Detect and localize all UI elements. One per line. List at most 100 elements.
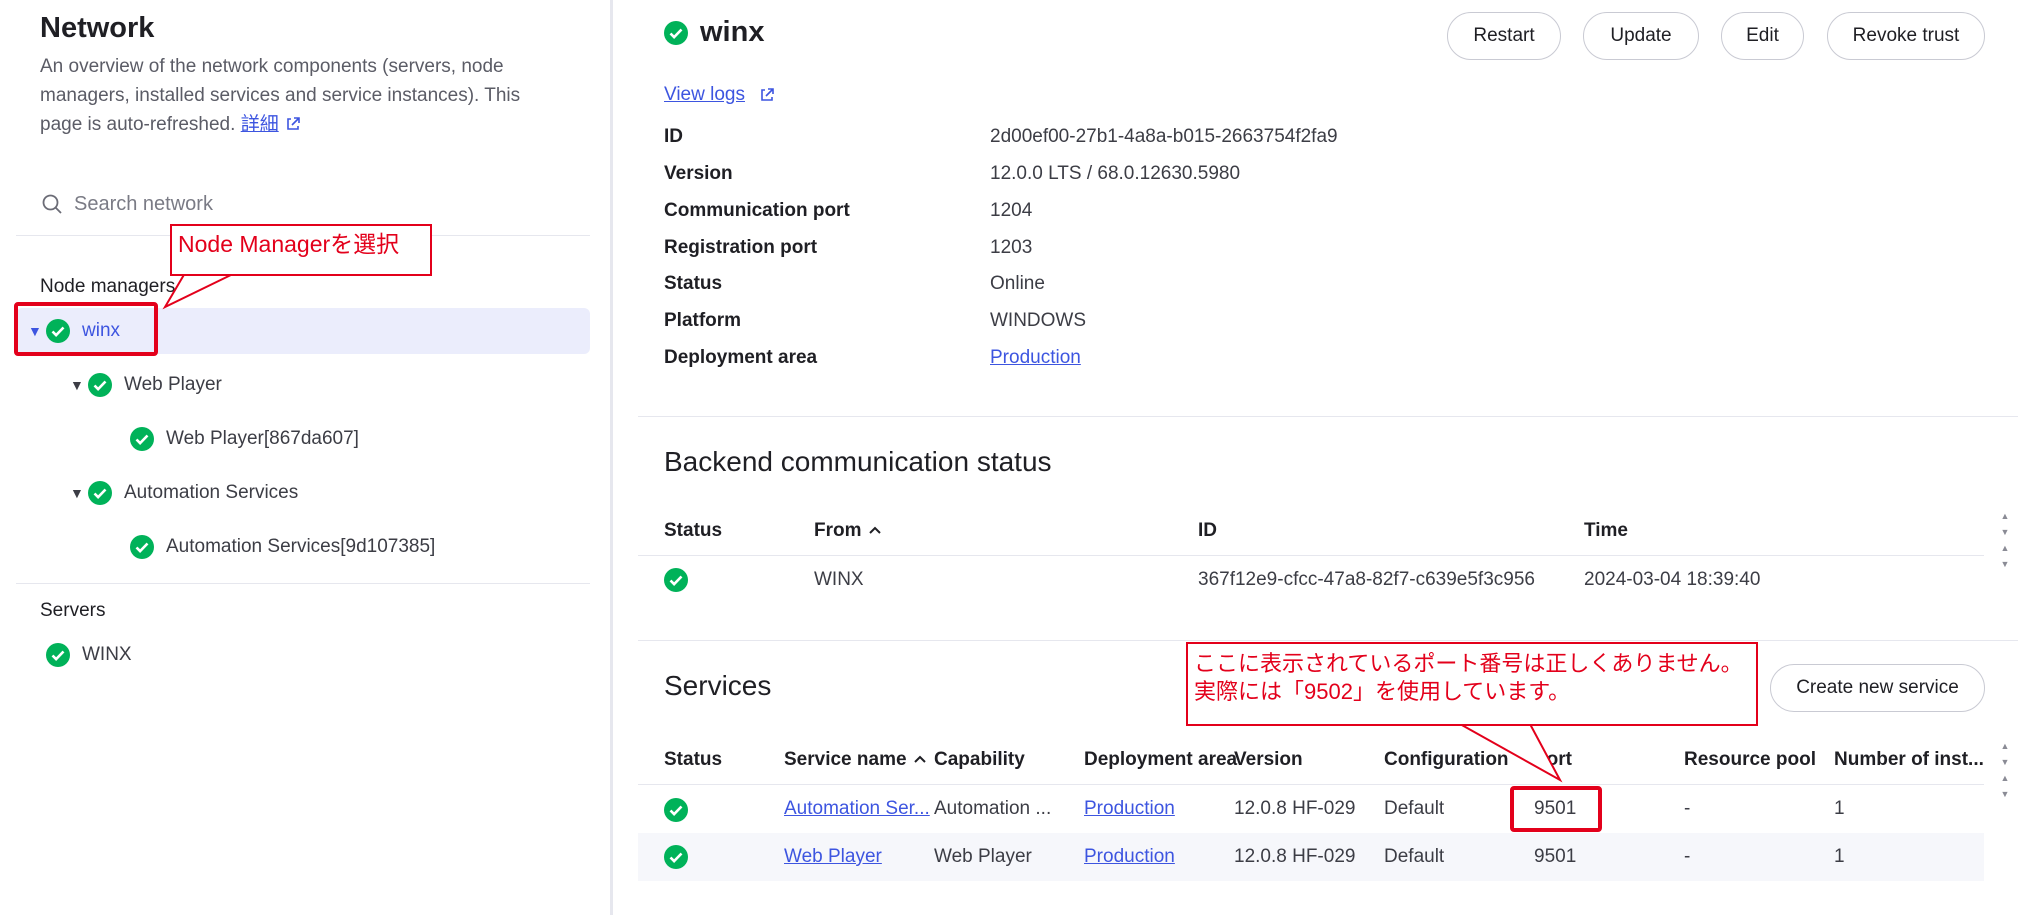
page-title: winx bbox=[664, 16, 764, 49]
check-circle-icon bbox=[664, 20, 688, 45]
detail-key: ID bbox=[664, 126, 683, 147]
check-circle-icon bbox=[664, 798, 688, 822]
node-manager-callout: Node Managerを選択 bbox=[170, 224, 432, 276]
col-resource-pool: Resource pool bbox=[1684, 749, 1816, 770]
col-from[interactable]: From bbox=[814, 520, 882, 542]
tree-node-web-player[interactable]: ▼ Web Player bbox=[70, 362, 222, 408]
tree-node-automation-services-instance[interactable]: Automation Services[9d107385] bbox=[130, 524, 435, 570]
table-header-divider bbox=[638, 555, 1984, 556]
port-callout: ここに表示されているポート番号は正しくありません。 実際には「9502」を使用し… bbox=[1186, 642, 1758, 726]
service-capability: Automation ... bbox=[934, 798, 1052, 819]
detail-value: WINDOWS bbox=[990, 310, 1087, 331]
external-link-icon[interactable] bbox=[759, 87, 775, 103]
section-divider bbox=[638, 640, 2018, 641]
col-time: Time bbox=[1584, 520, 1629, 541]
deployment-area-link[interactable]: Production bbox=[1084, 846, 1175, 868]
service-capability: Web Player bbox=[934, 846, 1032, 867]
tree-label: Web Player[867da607] bbox=[166, 428, 359, 449]
tree-label: Automation Services bbox=[124, 482, 299, 503]
service-instances: 1 bbox=[1834, 798, 1845, 819]
page-title-text: winx bbox=[700, 16, 765, 48]
network-sidebar: Network An overview of the network compo… bbox=[0, 0, 613, 915]
service-configuration: Default bbox=[1384, 798, 1445, 819]
service-resource-pool: - bbox=[1684, 846, 1691, 867]
sidebar-title: Network bbox=[40, 12, 155, 44]
search-box[interactable] bbox=[40, 184, 580, 224]
detail-key: Deployment area bbox=[664, 347, 818, 368]
service-port: 9501 bbox=[1534, 846, 1577, 867]
service-name-link[interactable]: Automation Ser... bbox=[784, 798, 930, 820]
tree-label: Web Player bbox=[124, 374, 222, 395]
edit-button[interactable]: Edit bbox=[1721, 12, 1804, 60]
view-logs-link[interactable]: View logs bbox=[664, 84, 775, 106]
detail-key: Registration port bbox=[664, 237, 818, 258]
port-callout-line2: 実際には「9502」を使用しています。 bbox=[1194, 679, 1571, 704]
col-version: Version bbox=[1234, 749, 1303, 770]
check-circle-icon bbox=[664, 568, 688, 592]
sidebar-divider bbox=[16, 583, 590, 584]
backend-time: 2024-03-04 18:39:40 bbox=[1584, 569, 1761, 590]
col-number-of-instances: Number of inst... bbox=[1834, 749, 1984, 770]
winx-highlight-box bbox=[14, 302, 158, 356]
service-name-link[interactable]: Web Player bbox=[784, 846, 882, 868]
service-resource-pool: - bbox=[1684, 798, 1691, 819]
create-new-service-button[interactable]: Create new service bbox=[1770, 664, 1985, 712]
deployment-area-link[interactable]: Production bbox=[1084, 798, 1175, 820]
search-icon bbox=[42, 194, 62, 214]
deployment-area-link[interactable]: Production bbox=[990, 347, 1081, 369]
external-link-icon[interactable] bbox=[285, 116, 301, 132]
check-circle-icon bbox=[664, 845, 688, 869]
more-info-link[interactable]: 詳細 bbox=[241, 114, 279, 135]
sidebar-description-text: An overview of the network components (s… bbox=[40, 56, 521, 135]
section-divider bbox=[638, 416, 2018, 417]
sort-up-icon[interactable] bbox=[868, 523, 882, 537]
scroll-arrows-icon[interactable]: ▲ ▼ ▲ ▼ bbox=[1999, 738, 2011, 802]
detail-key: Version bbox=[664, 163, 733, 184]
update-button[interactable]: Update bbox=[1583, 12, 1699, 60]
check-circle-icon bbox=[130, 427, 154, 451]
check-circle-icon bbox=[130, 535, 154, 559]
table-header-divider bbox=[638, 784, 1984, 785]
tree-label: Automation Services[9d107385] bbox=[166, 536, 436, 557]
col-service-name[interactable]: Service name bbox=[784, 749, 927, 771]
detail-key: Status bbox=[664, 273, 723, 294]
col-configuration: Configuration bbox=[1384, 749, 1509, 770]
backend-from: WINX bbox=[814, 569, 864, 590]
col-deployment-area: Deployment area bbox=[1084, 749, 1238, 770]
search-input[interactable] bbox=[74, 192, 554, 216]
restart-button[interactable]: Restart bbox=[1447, 12, 1561, 60]
caret-down-icon[interactable]: ▼ bbox=[70, 377, 88, 393]
detail-key: Platform bbox=[664, 310, 742, 331]
node-manager-detail: winx Restart Update Edit Revoke trust Vi… bbox=[616, 0, 2018, 915]
sort-up-icon[interactable] bbox=[913, 752, 927, 766]
services-section-title: Services bbox=[664, 670, 772, 701]
revoke-trust-button[interactable]: Revoke trust bbox=[1827, 12, 1985, 60]
tree-node-web-player-instance[interactable]: Web Player[867da607] bbox=[130, 416, 359, 462]
col-id: ID bbox=[1198, 520, 1217, 541]
backend-id: 367f12e9-cfcc-47a8-82f7-c639e5f3c956 bbox=[1198, 569, 1535, 590]
detail-value: Online bbox=[990, 273, 1045, 294]
scroll-arrows-icon[interactable]: ▲ ▼ ▲ ▼ bbox=[1999, 508, 2011, 572]
col-status: Status bbox=[664, 520, 723, 541]
service-version: 12.0.8 HF-029 bbox=[1234, 846, 1356, 867]
sidebar-description: An overview of the network components (s… bbox=[40, 52, 560, 139]
service-instances: 1 bbox=[1834, 846, 1845, 867]
col-from-label: From bbox=[814, 520, 862, 541]
detail-value: 12.0.0 LTS / 68.0.12630.5980 bbox=[990, 163, 1241, 184]
port-callout-line1: ここに表示されているポート番号は正しくありません。 bbox=[1194, 651, 1743, 676]
col-capability: Capability bbox=[934, 749, 1025, 770]
tree-node-automation-services[interactable]: ▼ Automation Services bbox=[70, 470, 298, 516]
caret-down-icon[interactable]: ▼ bbox=[70, 485, 88, 501]
tree-node-server-winx[interactable]: WINX bbox=[46, 632, 132, 678]
detail-key: Communication port bbox=[664, 200, 850, 221]
check-circle-icon bbox=[46, 643, 70, 667]
tree-label: WINX bbox=[82, 644, 132, 665]
detail-value: 2d00ef00-27b1-4a8a-b015-2663754f2fa9 bbox=[990, 126, 1338, 147]
service-configuration: Default bbox=[1384, 846, 1445, 867]
port-highlight-box bbox=[1510, 786, 1602, 832]
view-logs-text[interactable]: View logs bbox=[664, 84, 745, 106]
col-port: Port bbox=[1534, 749, 1572, 770]
service-version: 12.0.8 HF-029 bbox=[1234, 798, 1356, 819]
detail-value: 1204 bbox=[990, 200, 1033, 221]
backend-section-title: Backend communication status bbox=[664, 446, 1052, 477]
